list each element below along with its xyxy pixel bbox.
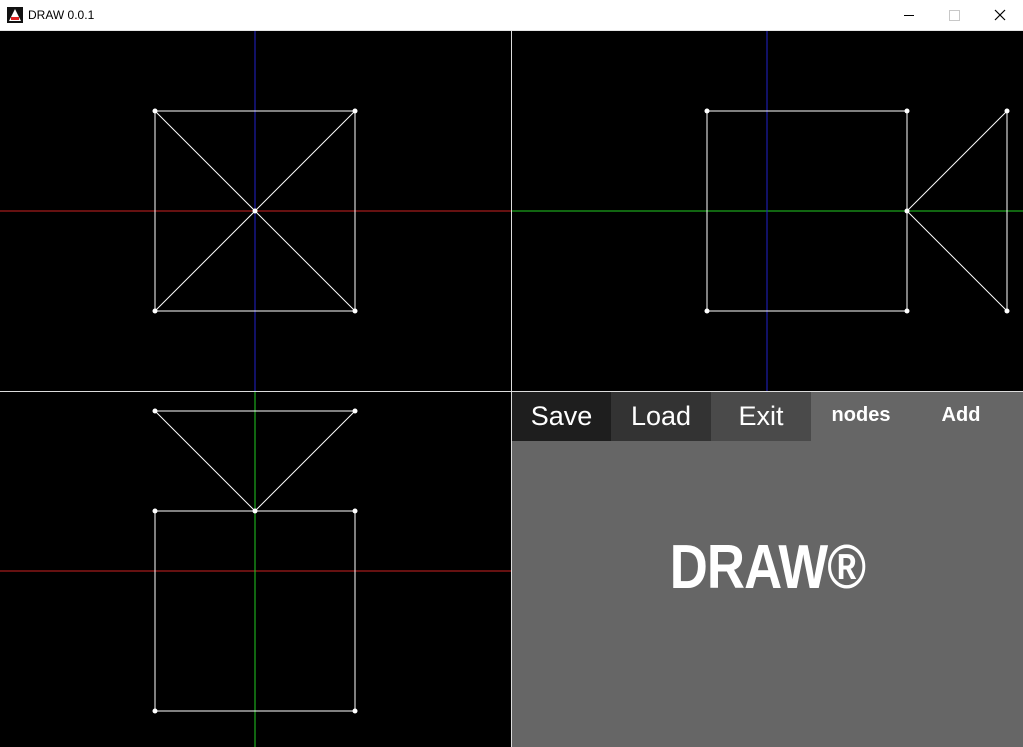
nodes-button[interactable]: nodes [811,392,911,441]
node[interactable] [704,108,710,114]
node[interactable] [904,308,910,314]
edge [254,210,356,312]
node[interactable] [152,308,158,314]
node[interactable] [904,108,910,114]
app-logo: DRAW® [669,533,866,602]
window-title: DRAW 0.0.1 [28,8,95,22]
top-view-canvas[interactable] [0,392,511,747]
top-viewport[interactable] [0,392,511,747]
close-icon [994,9,1006,21]
control-panel: Save Load Exit nodes Add DRAW® [512,392,1023,747]
minimize-button[interactable] [886,0,932,31]
node[interactable] [352,408,358,414]
node[interactable] [352,508,358,514]
exit-button[interactable]: Exit [711,392,811,441]
node[interactable] [352,708,358,714]
load-button[interactable]: Load [611,392,711,441]
node[interactable] [704,308,710,314]
node[interactable] [252,508,258,514]
minimize-icon [904,15,914,16]
edge [906,110,1008,212]
node[interactable] [1004,108,1010,114]
edge [254,410,356,512]
node[interactable] [252,208,258,214]
close-button[interactable] [977,0,1023,31]
edge [154,210,256,312]
node[interactable] [352,308,358,314]
node[interactable] [152,708,158,714]
front-view-canvas[interactable] [0,31,511,391]
app-window: DRAW 0.0.1 Save Load Exit nodes Add DRAW… [0,0,1023,747]
side-viewport[interactable] [512,31,1023,391]
maximize-icon [949,10,960,21]
edge [154,410,256,512]
add-button[interactable]: Add [911,392,1011,441]
draw-app-icon [7,7,23,23]
node[interactable] [1004,308,1010,314]
node[interactable] [152,408,158,414]
edge [906,210,1008,312]
edge [254,110,356,212]
node[interactable] [152,108,158,114]
side-view-canvas[interactable] [512,31,1023,391]
edge [154,110,256,212]
save-button[interactable]: Save [512,392,611,441]
node[interactable] [152,508,158,514]
front-viewport[interactable] [0,31,511,391]
node[interactable] [352,108,358,114]
node[interactable] [904,208,910,214]
toolbar: Save Load Exit nodes Add [512,392,1023,441]
maximize-button[interactable] [931,0,977,31]
title-bar[interactable]: DRAW 0.0.1 [0,0,1023,31]
